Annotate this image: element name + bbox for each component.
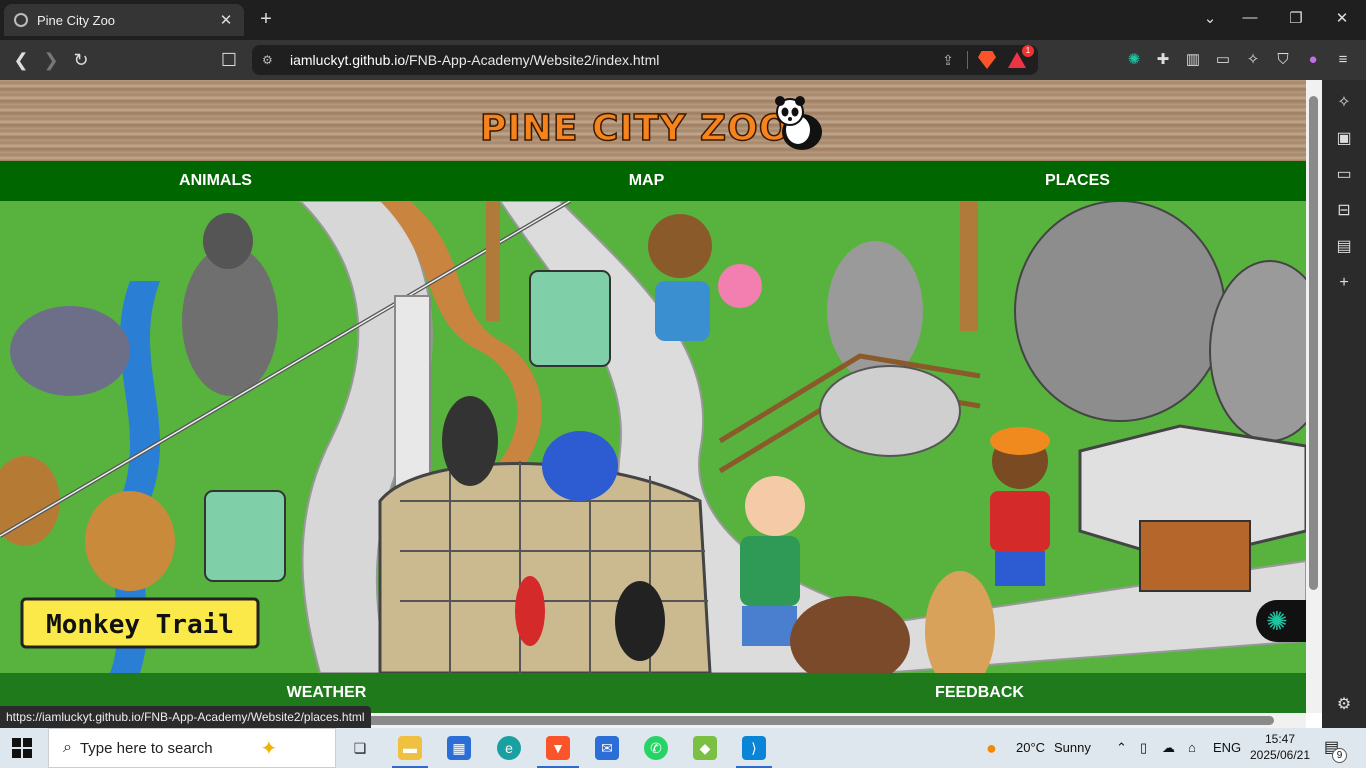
bookmarks-sidebar-icon[interactable]: ⊟ <box>1334 201 1354 221</box>
minimize-icon[interactable]: — <box>1238 9 1262 26</box>
tab-strip: Pine City Zoo ✕ + ⌄ — ❐ ✕ <box>0 0 1366 40</box>
restore-icon[interactable]: ❐ <box>1284 9 1308 27</box>
clock-time: 15:47 <box>1264 732 1296 746</box>
clock[interactable]: 15:47 2025/06/21 <box>1248 731 1312 763</box>
whatsapp-icon[interactable]: ✆ <box>644 736 668 760</box>
add-sidebar-item-icon[interactable]: + <box>1334 273 1354 293</box>
nav-animals-link[interactable]: ANIMALS <box>0 161 431 201</box>
weather-sun-icon[interactable]: ● <box>986 728 997 768</box>
browser-sidebar: ✧ ▣ ▭ ⊟ ▤ + ⚙ <box>1322 80 1366 728</box>
back-icon[interactable]: ❮ <box>10 49 32 71</box>
zoo-map-image: Monkey Trail <box>0 201 1306 673</box>
device-icon[interactable]: ▯ <box>1140 728 1147 768</box>
brave-shields-icon[interactable] <box>978 51 996 69</box>
rewards-badge: 1 <box>1022 45 1034 57</box>
file-explorer-icon[interactable]: ▬ <box>398 736 422 760</box>
mail-icon[interactable]: ✉ <box>595 736 619 760</box>
site-logo[interactable]: PINE CITY ZOO <box>479 107 790 150</box>
url-text[interactable]: iamluckyt.github.io/FNB-App-Academy/Webs… <box>290 52 935 68</box>
weather-text[interactable]: Sunny <box>1054 728 1091 768</box>
menu-icon[interactable]: ≡ <box>1333 50 1353 70</box>
microsoft-store-icon[interactable]: ▦ <box>447 736 471 760</box>
vertical-scroll-thumb[interactable] <box>1309 96 1318 590</box>
url-path: /FNB-App-Academy/Website2/index.html <box>405 52 660 68</box>
language-indicator[interactable]: ENG <box>1213 728 1241 768</box>
brave-taskbar-icon[interactable]: ▼ <box>546 736 570 760</box>
tab-pine-city-zoo[interactable]: Pine City Zoo ✕ <box>4 4 244 36</box>
notification-count: 9 <box>1332 748 1347 763</box>
close-window-icon[interactable]: ✕ <box>1330 9 1354 27</box>
forward-icon[interactable]: ❯ <box>40 49 62 71</box>
leo-ai-icon[interactable]: ✧ <box>1243 50 1263 70</box>
vscode-icon[interactable]: ⟩ <box>742 736 766 760</box>
nav-map-link[interactable]: MAP <box>431 161 862 201</box>
monkey-trail-sign: Monkey Trail <box>46 610 234 640</box>
nav-places-link[interactable]: PLACES <box>862 161 1293 201</box>
vertical-scrollbar[interactable] <box>1306 80 1322 713</box>
windows-taskbar: ⌕ Type here to search ✦ ❏ ▬ ▦ e ▼ ✉ ✆ ◆ … <box>0 728 1366 768</box>
vpn-shield-icon[interactable]: ⛉ <box>1273 50 1293 70</box>
nav-feedback-link[interactable]: FEEDBACK <box>653 673 1306 713</box>
reload-icon[interactable]: ↻ <box>70 49 92 71</box>
search-highlight-icon: ✦ <box>260 737 278 760</box>
tray-overflow-icon[interactable]: ⌃ <box>1116 728 1127 768</box>
chatgpt-extension-icon[interactable]: ✺ <box>1124 50 1144 70</box>
network-icon[interactable]: ⌂ <box>1188 728 1196 768</box>
site-info-icon[interactable]: ⚙ <box>262 53 280 67</box>
chatgpt-floating-button[interactable]: ✺ <box>1256 600 1306 642</box>
wallet-sidebar-icon[interactable]: ▭ <box>1334 165 1354 185</box>
edge-icon[interactable]: e <box>497 736 521 760</box>
close-tab-icon[interactable]: ✕ <box>218 11 234 29</box>
leo-sidebar-icon[interactable]: ✧ <box>1334 93 1354 113</box>
share-icon[interactable]: ⇪ <box>935 52 961 69</box>
globe-icon <box>14 13 28 27</box>
page-viewport: PINE CITY ZOO ANIMALS MAP PLACES Monkey … <box>0 80 1322 728</box>
task-view-icon[interactable]: ❏ <box>348 736 372 760</box>
main-nav: ANIMALS MAP PLACES <box>0 161 1306 201</box>
sidebar-settings-icon[interactable]: ⚙ <box>1334 695 1354 715</box>
site-header: PINE CITY ZOO <box>0 80 1306 161</box>
reading-list-icon[interactable]: ▤ <box>1334 237 1354 257</box>
link-status-bubble: https://iamluckyt.github.io/FNB-App-Acad… <box>0 706 371 728</box>
url-host: iamluckyt.github.io <box>290 52 406 68</box>
wallet-icon[interactable]: ▭ <box>1213 50 1233 70</box>
tab-title: Pine City Zoo <box>37 12 116 28</box>
weather-temp[interactable]: 20°C <box>1016 728 1045 768</box>
profile-icon[interactable]: ● <box>1303 50 1323 70</box>
git-tool-icon[interactable]: ◆ <box>693 736 717 760</box>
zoo-illustration: Monkey Trail <box>0 201 1306 673</box>
media-icon[interactable]: ▣ <box>1334 129 1354 149</box>
sidebar-toggle-icon[interactable]: ▥ <box>1183 50 1203 70</box>
tab-search-chevron-icon[interactable]: ⌄ <box>1198 9 1222 27</box>
search-icon: ⌕ <box>63 739 72 756</box>
new-tab-button[interactable]: + <box>256 9 276 29</box>
address-bar[interactable]: ⚙ iamluckyt.github.io/FNB-App-Academy/We… <box>252 45 1038 75</box>
search-placeholder: Type here to search <box>79 739 213 757</box>
panda-logo-icon <box>775 96 822 150</box>
omnibox-divider <box>967 51 968 69</box>
clock-date: 2025/06/21 <box>1249 748 1311 762</box>
taskbar-search[interactable]: ⌕ Type here to search ✦ <box>48 728 336 768</box>
windows-start-icon[interactable] <box>12 738 32 758</box>
browser-toolbar: ❮ ❯ ↻ ☐ ⚙ iamluckyt.github.io/FNB-App-Ac… <box>0 40 1366 80</box>
extensions-icon[interactable]: ✚ <box>1153 50 1173 70</box>
bookmark-icon[interactable]: ☐ <box>218 49 240 71</box>
onedrive-icon[interactable]: ☁ <box>1162 728 1175 768</box>
